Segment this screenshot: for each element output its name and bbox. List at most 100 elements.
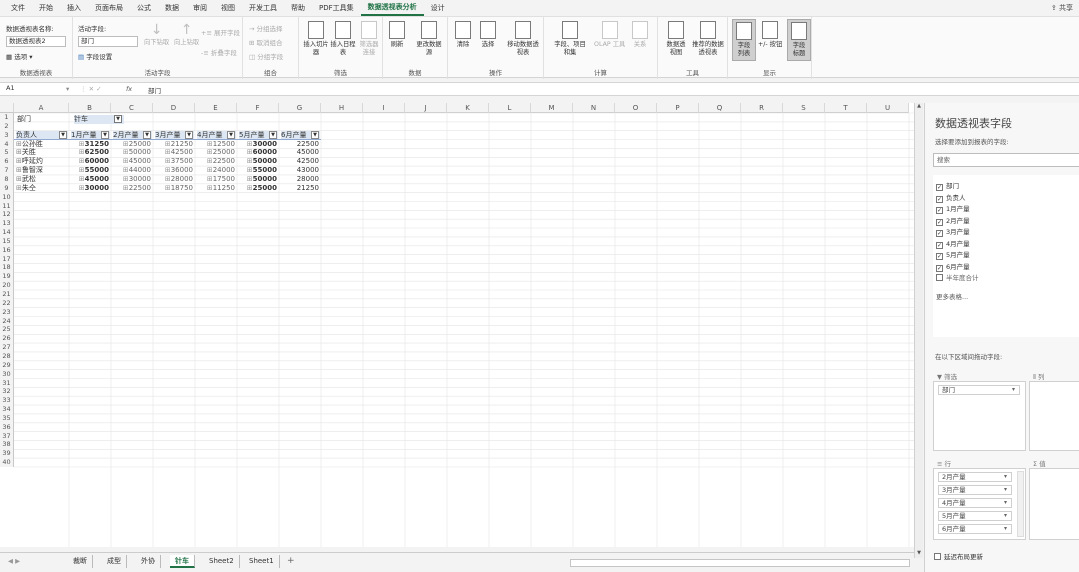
pivot-value-cell[interactable]: ⊞30000 xyxy=(71,184,109,193)
ribbon-tab[interactable]: 文件 xyxy=(4,0,32,16)
field-list-toggle[interactable]: 字段列表 xyxy=(732,19,756,61)
scroll-down-icon[interactable]: ▼ xyxy=(915,550,923,558)
refresh-button[interactable]: 刷新 xyxy=(389,21,405,49)
sheet-tab[interactable]: 外协 xyxy=(136,555,161,568)
row-header[interactable]: 37 xyxy=(0,431,14,441)
filter-dropdown-icon[interactable]: ▼ xyxy=(114,115,122,123)
pivot-value-cell[interactable]: ⊞45000 xyxy=(71,175,109,184)
pivot-value-cell[interactable]: ⊞44000 xyxy=(113,166,151,175)
pivot-value-cell[interactable]: ⊞17500 xyxy=(197,175,235,184)
row-header[interactable]: 34 xyxy=(0,405,14,415)
values-area[interactable] xyxy=(1029,468,1079,540)
pivot-name-input[interactable]: 数据透视表2 xyxy=(6,36,66,47)
chevron-down-icon[interactable]: ▾ xyxy=(1004,486,1007,494)
column-header[interactable]: P xyxy=(657,103,699,113)
pivot-value-cell[interactable]: ⊞22500 xyxy=(197,157,235,166)
column-header[interactable]: S xyxy=(783,103,825,113)
row-header[interactable]: 23 xyxy=(0,307,14,317)
relationships-button[interactable]: 关系 xyxy=(632,21,648,49)
column-header[interactable]: C xyxy=(111,103,153,113)
field-settings-button[interactable]: ▤ 字段设置 xyxy=(78,51,112,61)
clear-button[interactable]: 清除 xyxy=(455,21,471,49)
row-header[interactable]: 20 xyxy=(0,281,14,291)
add-sheet-button[interactable]: + xyxy=(287,556,295,566)
pivot-value-cell[interactable]: 21250 xyxy=(281,184,319,193)
pivot-value-cell[interactable]: ⊞42500 xyxy=(155,148,193,157)
row-header[interactable]: 19 xyxy=(0,272,14,282)
column-header[interactable]: F xyxy=(237,103,279,113)
column-header[interactable]: B xyxy=(69,103,111,113)
column-header[interactable]: T xyxy=(825,103,867,113)
row-header[interactable]: 2 xyxy=(0,121,14,131)
row-header[interactable]: 21 xyxy=(0,290,14,299)
sheet-nav-arrows[interactable]: ◀ ▶ xyxy=(8,557,20,565)
pivot-value-cell[interactable]: ⊞22500 xyxy=(113,184,151,193)
pivot-value-cell[interactable]: ⊞55000 xyxy=(239,166,277,175)
pivot-value-cell[interactable]: ⊞55000 xyxy=(71,166,109,175)
row-header[interactable]: 26 xyxy=(0,334,14,344)
row-header[interactable]: 8 xyxy=(0,174,14,184)
pivot-row-label[interactable]: ⊞鲁智深 xyxy=(16,166,43,175)
recommended-pivot-button[interactable]: 推荐的数据透视表 xyxy=(692,21,724,57)
field-item[interactable]: ✓ 4月产量 xyxy=(936,239,970,249)
ribbon-tab[interactable]: 插入 xyxy=(60,0,88,16)
rows-area[interactable]: 2月产量 ▾ 3月产量 ▾ 4月产量 ▾ 5月产量 ▾ 6月产量 ▾ xyxy=(933,468,1026,540)
row-header[interactable]: 33 xyxy=(0,396,14,406)
pivot-value-cell[interactable]: ⊞11250 xyxy=(197,184,235,193)
row-header[interactable]: 27 xyxy=(0,343,14,353)
field-checkbox[interactable]: ✓ xyxy=(936,195,943,203)
field-item[interactable]: ✓ 部门 xyxy=(936,181,959,191)
pivot-row-label[interactable]: ⊞呼延灼 xyxy=(16,157,43,166)
more-tables-link[interactable]: 更多表格... xyxy=(936,292,968,302)
column-header[interactable]: A xyxy=(14,103,69,113)
field-item[interactable]: ✓ 6月产量 xyxy=(936,262,970,272)
plus-minus-buttons-toggle[interactable]: +/- 按钮 xyxy=(758,21,782,49)
horizontal-scrollbar[interactable] xyxy=(570,559,910,567)
row-header[interactable]: 25 xyxy=(0,325,14,335)
pivot-value-cell[interactable]: ⊞30000 xyxy=(113,175,151,184)
column-header[interactable]: L xyxy=(489,103,531,113)
row-header[interactable]: 13 xyxy=(0,219,14,229)
pivot-chart-button[interactable]: 数据透视图 xyxy=(664,21,688,57)
drill-down-button[interactable]: ↓ 向下钻取 xyxy=(144,21,169,47)
row-field-chip[interactable]: 6月产量 ▾ xyxy=(938,524,1012,534)
filter-dropdown-icon[interactable]: ▼ xyxy=(269,130,277,139)
row-header[interactable]: 12 xyxy=(0,210,14,220)
column-header[interactable]: M xyxy=(531,103,573,113)
filter-connections-button[interactable]: 筛选器连接 xyxy=(357,21,381,57)
change-source-button[interactable]: 更改数据源 xyxy=(415,21,443,57)
pivot-value-cell[interactable]: ⊞24000 xyxy=(197,166,235,175)
column-header[interactable]: R xyxy=(741,103,783,113)
column-header[interactable]: H xyxy=(321,103,363,113)
pivot-value-cell[interactable]: ⊞31250 xyxy=(71,140,109,149)
field-search-input[interactable]: 搜索 xyxy=(933,153,1079,167)
column-header[interactable]: O xyxy=(615,103,657,113)
sheet-tab[interactable]: 裁断 xyxy=(68,555,93,568)
row-field-chip[interactable]: 3月产量 ▾ xyxy=(938,485,1012,495)
row-header[interactable]: 29 xyxy=(0,360,14,370)
chevron-down-icon[interactable]: ▾ xyxy=(1004,525,1007,533)
sheet-tab[interactable]: 针车 xyxy=(170,555,195,568)
pivot-row-label[interactable]: ⊞朱仝 xyxy=(16,184,36,193)
row-header[interactable]: 7 xyxy=(0,166,14,176)
filter-dropdown-icon[interactable]: ▼ xyxy=(311,130,319,139)
name-box-dropdown-icon[interactable]: ▾ xyxy=(66,85,69,93)
formula-input[interactable]: 部门 xyxy=(148,85,161,95)
column-header[interactable]: G xyxy=(279,103,321,113)
pivot-value-cell[interactable]: 28000 xyxy=(281,175,319,184)
expand-field-button[interactable]: +≡ 展开字段 xyxy=(201,27,240,37)
pivot-value-cell[interactable]: ⊞25000 xyxy=(113,140,151,149)
filter-dropdown-icon[interactable]: ▼ xyxy=(185,130,193,139)
row-header[interactable]: 28 xyxy=(0,351,14,361)
filter-dropdown-icon[interactable]: ▼ xyxy=(143,130,151,139)
row-header[interactable]: 32 xyxy=(0,387,14,397)
pivot-value-cell[interactable]: ⊞60000 xyxy=(239,148,277,157)
field-item[interactable]: 半年度合计 xyxy=(936,273,979,283)
field-checkbox[interactable] xyxy=(936,274,943,281)
row-header[interactable]: 6 xyxy=(0,157,14,167)
filter-dropdown-icon[interactable]: ▼ xyxy=(59,130,67,139)
group-selection-button[interactable]: → 分组选择 xyxy=(249,23,283,33)
row-field-chip[interactable]: 5月产量 ▾ xyxy=(938,511,1012,521)
row-header[interactable]: 14 xyxy=(0,228,14,238)
ribbon-tab[interactable]: 数据透视表分析 xyxy=(360,0,424,16)
